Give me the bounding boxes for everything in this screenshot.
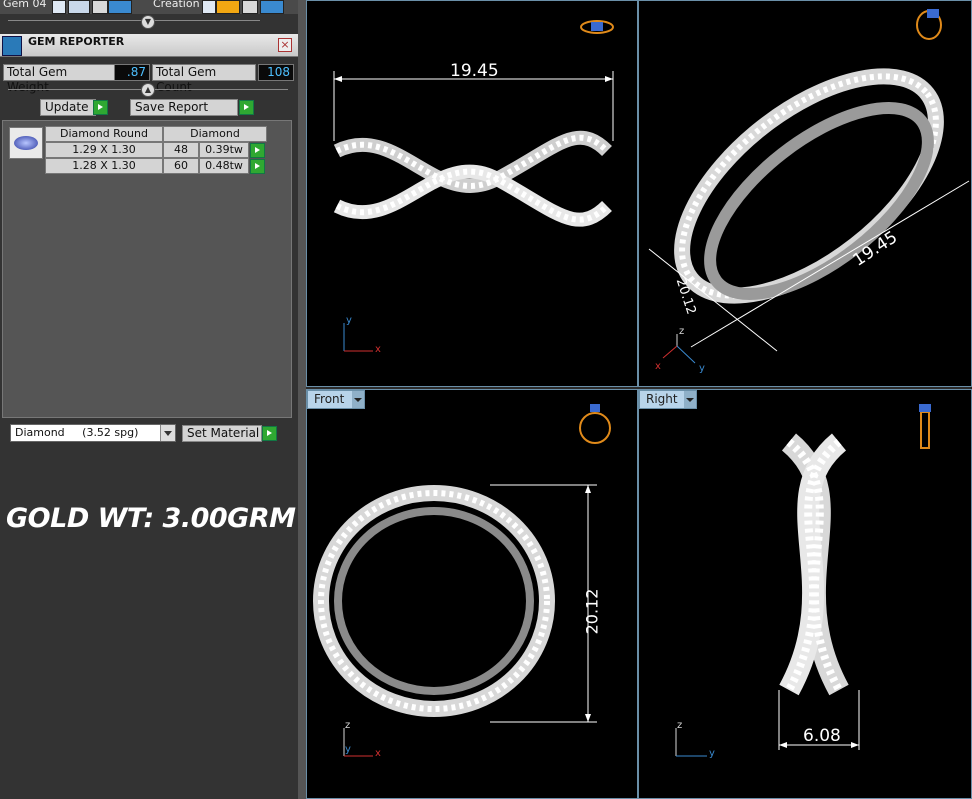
row1-size: 1.29 X 1.30	[45, 142, 163, 158]
tab-front[interactable]: Front	[307, 390, 365, 409]
row2-count: 60	[163, 158, 199, 174]
top-toolbar-strip: Gem 04 Creation	[0, 0, 300, 14]
row2-play-arrow-icon[interactable]	[250, 159, 265, 174]
dropdown-arrow-icon[interactable]	[352, 391, 364, 408]
viewport-right[interactable]: Right 6.08 z y	[638, 389, 972, 799]
viewport-front[interactable]: Front 20.12 z y x	[306, 389, 638, 799]
gem-lock-icon[interactable]	[92, 0, 108, 14]
creation-info-button[interactable]	[260, 0, 284, 14]
total-gem-count-value: 108	[258, 64, 294, 81]
ring-view-icon	[919, 404, 931, 449]
axis-z-label: z	[677, 720, 683, 731]
creation-lock-icon[interactable]	[242, 0, 258, 14]
panel-splitter[interactable]	[298, 0, 306, 799]
gem-lock-button[interactable]	[68, 0, 90, 14]
row1-count: 48	[163, 142, 199, 158]
axis-z-label: z	[679, 326, 685, 337]
material-select[interactable]: Diamond (3.52 spg)	[10, 424, 176, 442]
viewport-top[interactable]: 19.45 y x	[306, 0, 638, 387]
axis-gizmo-icon	[675, 728, 707, 757]
divider	[8, 20, 260, 21]
gem-label: Gem 04	[3, 0, 47, 10]
material-select-value: Diamond (3.52 spg)	[15, 426, 139, 439]
dropdown-arrow-icon[interactable]	[160, 425, 175, 441]
gem-reporter-icon	[2, 36, 22, 56]
gem-reporter-title: GEM REPORTER	[28, 35, 125, 48]
gem-table-panel: Diamond Round Diamond 1.29 X 1.30 48 0.3…	[2, 120, 292, 418]
axis-y-label: y	[699, 363, 705, 374]
right-dimension-label: 6.08	[803, 726, 841, 746]
gold-weight-overlay: GOLD WT: 3.00GRM	[6, 503, 296, 534]
axis-gizmo-icon	[343, 323, 373, 352]
tab-right[interactable]: Right	[639, 390, 697, 409]
creation-label: Creation	[153, 0, 200, 10]
top-view-canvas	[333, 20, 614, 352]
collapse-up-icon[interactable]: ▲	[141, 83, 155, 97]
axis-gizmo-icon	[662, 334, 696, 364]
axis-x-label: x	[375, 748, 381, 759]
creation-next-button[interactable]	[202, 0, 216, 14]
row1-play-arrow-icon[interactable]	[250, 143, 265, 158]
ring-view-icon	[579, 404, 611, 444]
gem-next-button[interactable]	[52, 0, 66, 14]
left-panel: Gem 04 Creation ▼ GEM REPORTER × Total G…	[0, 0, 300, 799]
set-material-button[interactable]: Set Material	[182, 425, 262, 442]
top-dimension-label: 19.45	[450, 61, 499, 81]
set-material-play-arrow-icon[interactable]	[262, 426, 277, 441]
gem-thumbnail-icon[interactable]	[9, 127, 43, 159]
gem-info-button[interactable]	[108, 0, 132, 14]
tab-front-label: Front	[314, 392, 345, 406]
row2-size: 1.28 X 1.30	[45, 158, 163, 174]
table-header-type: Diamond Round	[45, 126, 163, 142]
update-play-arrow-icon[interactable]	[93, 100, 108, 115]
update-button[interactable]: Update	[40, 99, 96, 116]
total-gem-weight-label: Total Gem Weight	[3, 64, 115, 94]
total-gem-count-label: Total Gem Count	[152, 64, 256, 94]
table-header-material: Diamond	[163, 126, 267, 142]
ring-view-icon	[580, 20, 614, 34]
close-icon[interactable]: ×	[278, 38, 292, 52]
gem-reporter-header: GEM REPORTER ×	[0, 34, 298, 57]
dropdown-arrow-icon[interactable]	[684, 391, 696, 408]
perspective-view-canvas	[648, 9, 970, 364]
axis-x-label: x	[375, 344, 381, 355]
axis-y-label: y	[709, 748, 715, 759]
collapse-down-icon[interactable]: ▼	[141, 15, 155, 29]
axis-x-label: x	[655, 361, 661, 372]
save-report-button[interactable]: Save Report	[130, 99, 238, 116]
axis-y-label: y	[345, 744, 351, 755]
front-dimension-label: 20.12	[582, 588, 602, 635]
tab-right-label: Right	[646, 392, 678, 406]
axis-z-label: z	[345, 720, 351, 731]
total-gem-weight-value: .87	[114, 64, 150, 81]
viewport-perspective[interactable]: 19.45 20.12 z x y	[638, 0, 972, 387]
ring-view-icon	[916, 9, 942, 40]
axis-y-label: y	[346, 315, 352, 326]
row2-weight: 0.48tw	[199, 158, 249, 174]
row1-weight: 0.39tw	[199, 142, 249, 158]
creation-color-button[interactable]	[216, 0, 240, 14]
save-report-play-arrow-icon[interactable]	[239, 100, 254, 115]
